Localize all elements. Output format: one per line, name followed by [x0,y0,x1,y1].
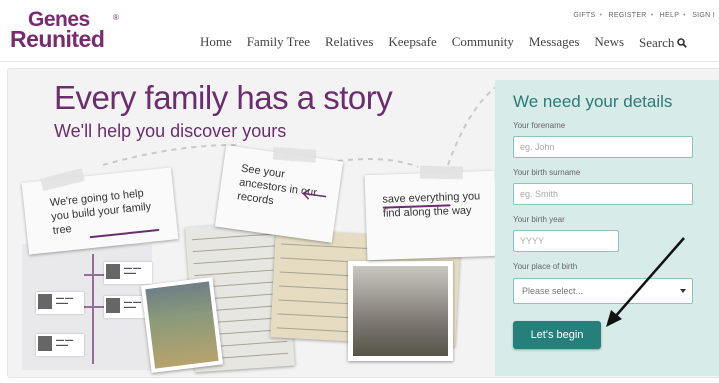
annotation-arrow [606,237,685,327]
